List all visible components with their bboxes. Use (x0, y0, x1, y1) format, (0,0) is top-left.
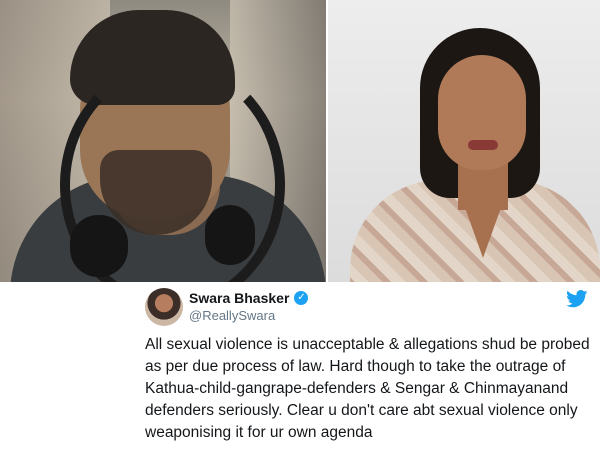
face (438, 55, 526, 170)
headphone-cup (205, 205, 255, 265)
headphone-cup (70, 215, 128, 277)
avatar[interactable] (145, 288, 183, 326)
display-name[interactable]: Swara Bhasker (189, 290, 289, 306)
twitter-bird-icon[interactable] (566, 290, 588, 308)
tweet-text: All sexual violence is unacceptable & al… (145, 336, 590, 441)
photo-man-with-headphones (0, 0, 326, 282)
tweet-card[interactable]: Swara Bhasker ✓ @ReallySwara All sexual … (135, 282, 600, 450)
photo-divider (326, 0, 328, 282)
lips (468, 140, 498, 150)
verified-badge-icon: ✓ (294, 291, 309, 305)
neckline (458, 188, 508, 258)
author-row: Swara Bhasker ✓ (189, 290, 309, 306)
user-handle[interactable]: @ReallySwara (189, 308, 275, 323)
